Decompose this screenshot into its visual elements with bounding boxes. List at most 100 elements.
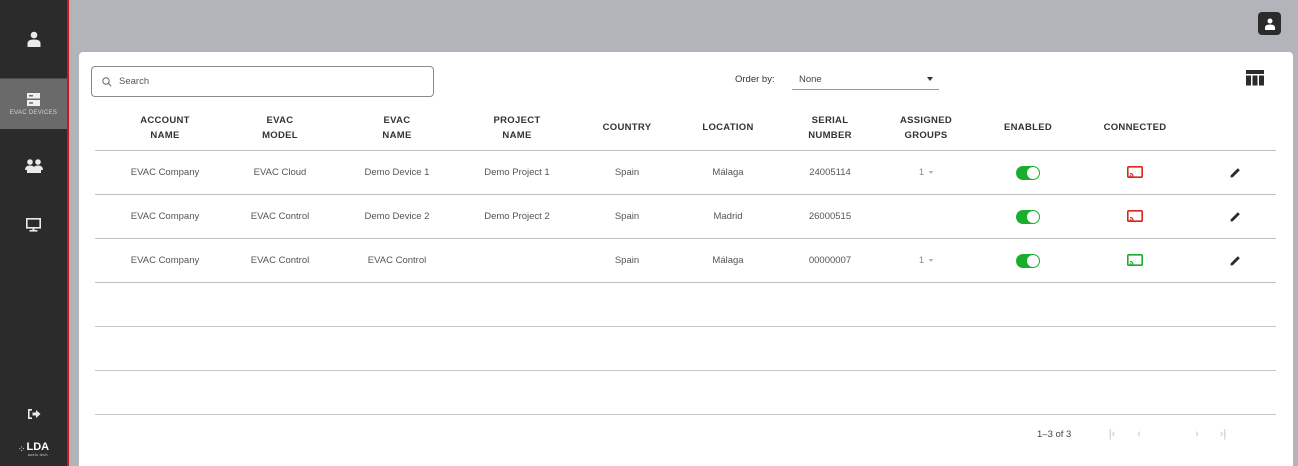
header-serial-number[interactable]: SERIAL NUMBER: [790, 104, 870, 151]
user-icon: [27, 31, 40, 47]
header-country[interactable]: COUNTRY: [587, 104, 667, 151]
sidebar-item-evac-devices[interactable]: EVAC DEVICES: [0, 79, 67, 129]
table-header: ACCOUNT NAME EVAC MODEL EVAC NAME PROJECT NA…: [95, 104, 1276, 151]
edit-button[interactable]: [1215, 239, 1255, 282]
enabled-toggle[interactable]: [1016, 253, 1040, 268]
header-account-name[interactable]: ACCOUNT NAME: [115, 104, 215, 151]
enabled-toggle[interactable]: [1016, 165, 1040, 180]
top-bar: [69, 0, 1298, 52]
cell-enabled: [988, 151, 1068, 194]
monitor-icon: [26, 218, 41, 232]
cell-evac-name: EVAC Control: [367, 255, 427, 266]
edit-pencil-icon: [1230, 256, 1240, 266]
assigned-groups-value: 1: [918, 167, 925, 178]
cell-evac-model: EVAC Control: [250, 255, 310, 266]
cell-serial-number: 00000007: [808, 255, 852, 266]
sidebar-item-profile[interactable]: [0, 0, 67, 78]
pagination-range: 1–3 of 3: [1037, 429, 1072, 440]
edit-pencil-icon: [1230, 168, 1240, 178]
cell-account-name: EVAC Company: [130, 255, 200, 266]
logo-subtext: audio tech: [27, 452, 48, 457]
chevron-left-icon: ‹: [1137, 428, 1141, 440]
search-box[interactable]: [91, 66, 434, 97]
cell-account-name: EVAC Company: [130, 211, 200, 222]
search-input[interactable]: [119, 76, 419, 87]
group-icon: [24, 159, 43, 173]
cell-project-name: Demo Project 1: [484, 167, 550, 178]
devices-table: ACCOUNT NAME EVAC MODEL EVAC NAME PROJECT NA…: [95, 104, 1276, 415]
chevron-right-icon: ›: [1195, 428, 1199, 440]
cell-project-name: Demo Project 2: [484, 211, 550, 222]
cell-country: Spain: [614, 255, 640, 266]
assigned-groups-select[interactable]: 1: [886, 151, 966, 194]
header-evac-model[interactable]: EVAC MODEL: [230, 104, 330, 151]
empty-row: [95, 283, 1276, 327]
header-assigned-groups[interactable]: ASSIGNED GROUPS: [886, 104, 966, 151]
sidebar-item-monitor[interactable]: [0, 205, 67, 245]
cell-project-name: [467, 239, 567, 282]
empty-row: [95, 371, 1276, 415]
cell-evac-name: Demo Device 2: [364, 211, 430, 222]
cell-evac-model: EVAC Control: [250, 211, 310, 222]
table-row[interactable]: EVAC Company EVAC Control Demo Device 2 …: [95, 195, 1276, 239]
cell-enabled: [988, 195, 1068, 238]
column-settings-button[interactable]: [1246, 70, 1266, 88]
account-icon: [1264, 18, 1275, 30]
table-row[interactable]: EVAC Company EVAC Control EVAC Control S…: [95, 239, 1276, 283]
edit-pencil-icon: [1230, 212, 1240, 222]
first-page-button[interactable]: |‹: [1105, 427, 1119, 441]
search-icon: [102, 76, 112, 87]
cell-connected: [1095, 195, 1175, 238]
header-connected[interactable]: CONNECTED: [1095, 104, 1175, 151]
cell-evac-model: EVAC Cloud: [253, 167, 307, 178]
chevron-down-icon: [927, 77, 933, 81]
chevron-down-icon: [929, 259, 934, 262]
cast-disconnected-icon: [1127, 210, 1143, 222]
cell-country: Spain: [614, 167, 640, 178]
sidebar-item-groups[interactable]: [0, 146, 67, 186]
cell-location: Madrid: [713, 211, 743, 222]
cell-connected: [1095, 151, 1175, 194]
edit-button[interactable]: [1215, 151, 1255, 194]
account-button[interactable]: [1258, 12, 1281, 35]
logout-icon: [27, 409, 40, 419]
cell-location: Málaga: [712, 167, 744, 178]
previous-page-button[interactable]: ‹: [1132, 427, 1146, 441]
cell-country: Spain: [614, 211, 640, 222]
app-root: EVAC DEVICES ⁘ LDA audio tech O: [0, 0, 1298, 466]
chevron-down-icon: [929, 171, 934, 174]
table-row[interactable]: EVAC Company EVAC Cloud Demo Device 1 De…: [95, 151, 1276, 195]
order-by-value: None: [799, 73, 822, 85]
order-by-label: Order by:: [735, 74, 775, 85]
cast-connected-icon: [1127, 254, 1143, 266]
header-location[interactable]: LOCATION: [688, 104, 768, 151]
cell-assigned-groups: [886, 195, 966, 238]
cast-disconnected-icon: [1127, 166, 1143, 178]
header-evac-name[interactable]: EVAC NAME: [347, 104, 447, 151]
assigned-groups-select[interactable]: 1: [886, 239, 966, 282]
first-page-icon: |‹: [1108, 428, 1116, 440]
edit-button[interactable]: [1215, 195, 1255, 238]
cell-location: Málaga: [712, 255, 744, 266]
enabled-toggle[interactable]: [1016, 209, 1040, 224]
cell-connected: [1095, 239, 1175, 282]
last-page-icon: ›|: [1219, 428, 1227, 440]
empty-row: [95, 327, 1276, 371]
assigned-groups-value: 1: [918, 255, 925, 266]
sidebar-item-label: EVAC DEVICES: [9, 109, 58, 116]
cell-enabled: [988, 239, 1068, 282]
logo-text: LDA: [26, 440, 50, 453]
last-page-button[interactable]: ›|: [1216, 427, 1230, 441]
header-enabled[interactable]: ENABLED: [988, 104, 1068, 151]
devices-panel: Order by: None ACCOUNTNAME EVACMODEL EVA…: [79, 52, 1293, 466]
cell-serial-number: 24005114: [809, 167, 851, 178]
table-columns-icon: [1246, 70, 1264, 86]
header-project-name[interactable]: PROJECT NAME: [467, 104, 567, 151]
devices-icon: [27, 92, 40, 106]
logo-dots-icon: ⁘: [17, 443, 25, 454]
logout-button[interactable]: [0, 400, 67, 428]
cell-serial-number: 26000515: [808, 211, 852, 222]
cell-account-name: EVAC Company: [130, 167, 200, 178]
order-by-select[interactable]: None: [792, 69, 939, 90]
next-page-button[interactable]: ›: [1190, 427, 1204, 441]
